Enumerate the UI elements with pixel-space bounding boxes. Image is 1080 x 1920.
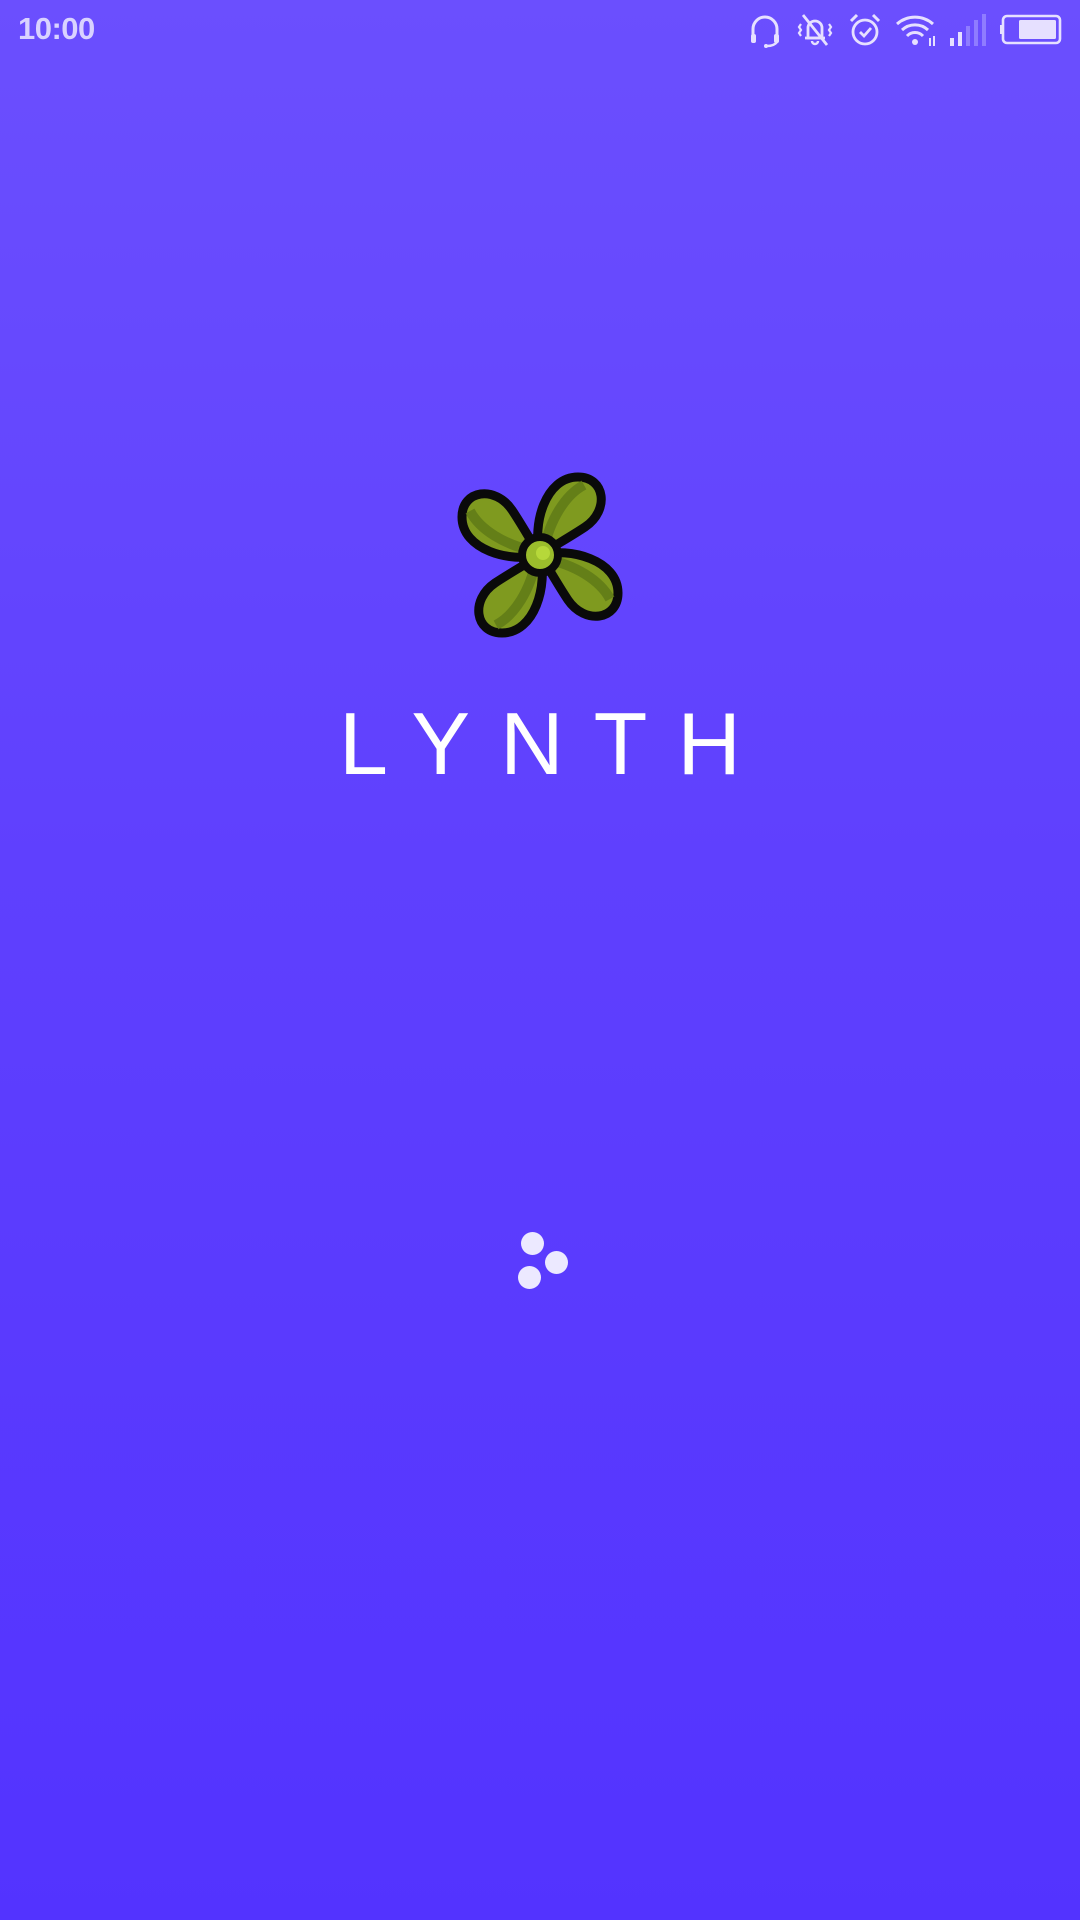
- app-name: LYNTH: [339, 694, 771, 793]
- status-icons: [748, 12, 1068, 48]
- spinner-dot: [545, 1251, 568, 1274]
- status-bar: 10:00: [0, 0, 1080, 60]
- propeller-logo-icon: [430, 450, 650, 670]
- spinner-dot: [518, 1266, 541, 1289]
- status-time: 10:00: [18, 11, 95, 46]
- cellular-signal-icon: [948, 12, 988, 53]
- wifi-icon: [894, 12, 938, 53]
- loading-spinner: [510, 1225, 580, 1295]
- vibrate-off-icon: [796, 12, 834, 53]
- battery-icon: [1000, 12, 1062, 53]
- alarm-icon: [848, 12, 882, 53]
- headset-icon: [748, 12, 782, 53]
- spinner-dot: [521, 1232, 544, 1255]
